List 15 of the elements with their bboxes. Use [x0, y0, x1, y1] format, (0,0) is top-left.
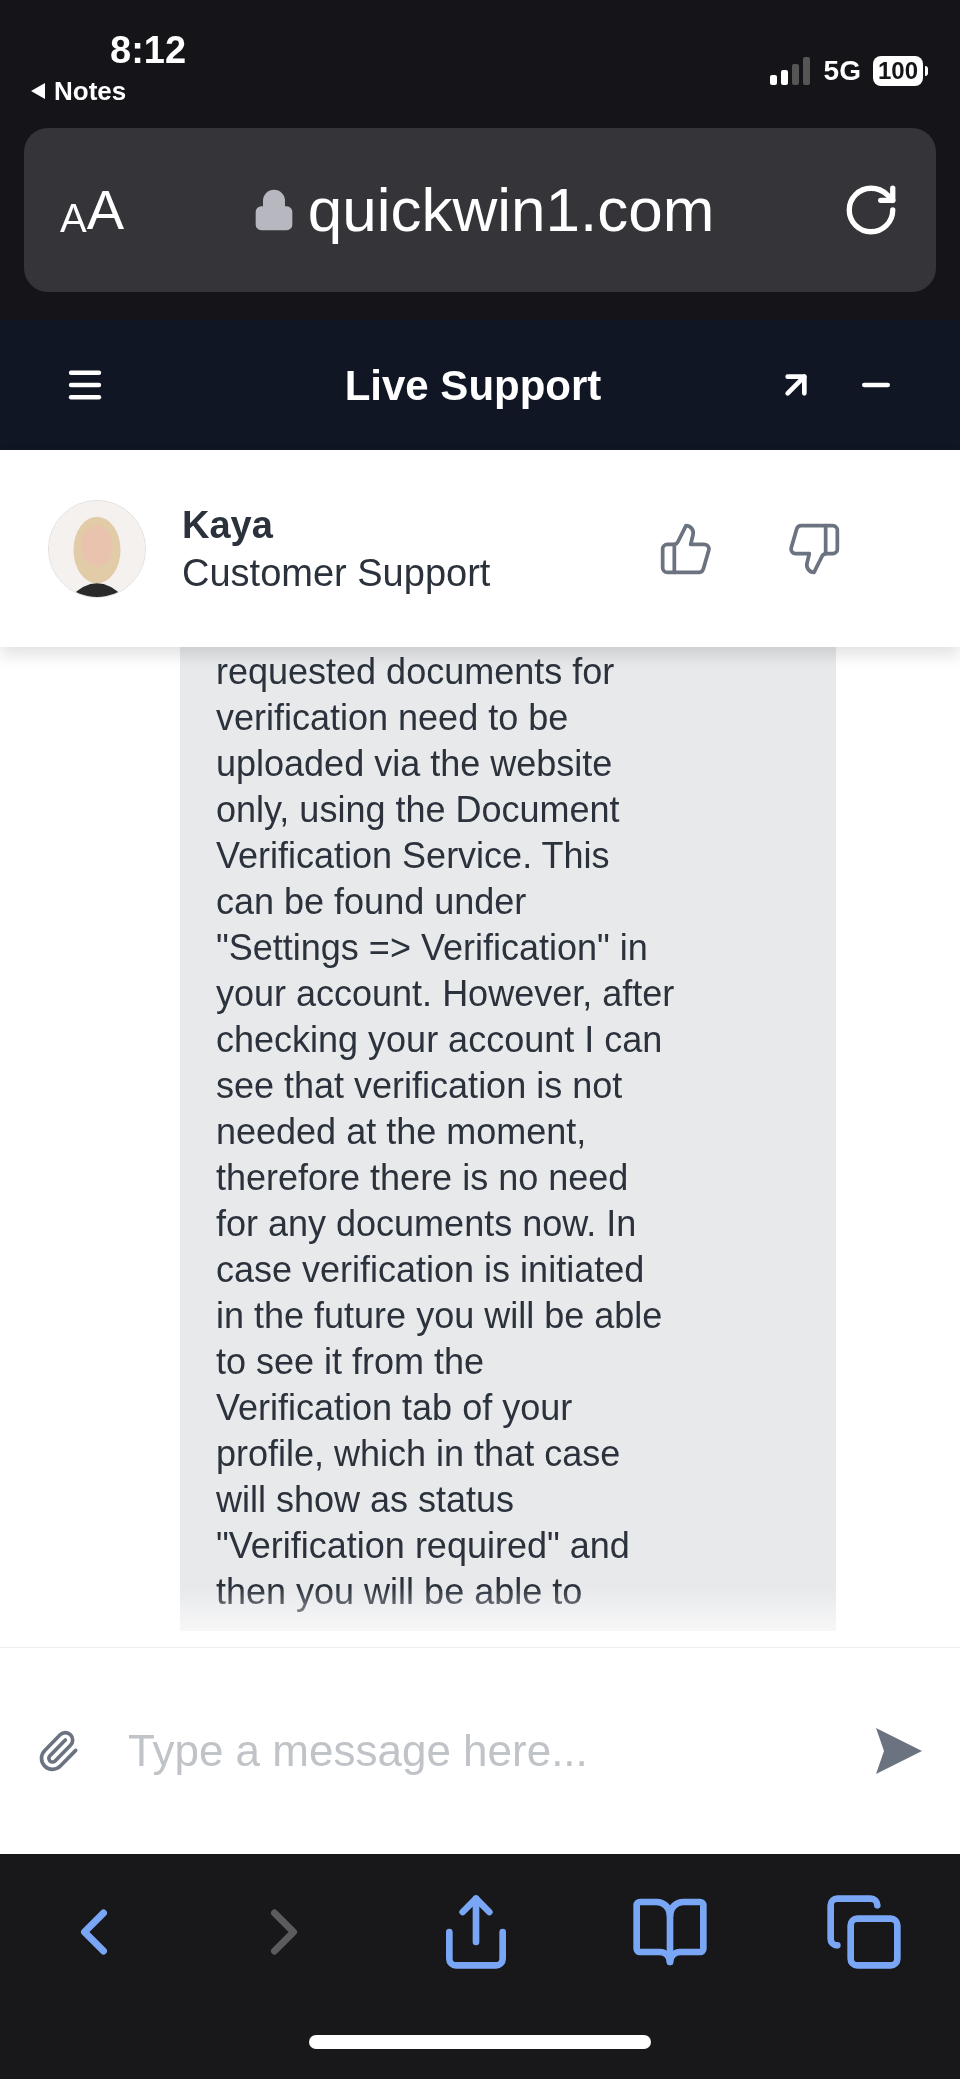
tabs-icon[interactable] — [824, 1892, 904, 1972]
network-label: 5G — [823, 54, 861, 88]
address-bar[interactable]: AA quickwin1.com — [24, 128, 936, 292]
text-size-button[interactable]: AA — [60, 182, 125, 238]
chat-title: Live Support — [344, 360, 602, 411]
agent-name: Kaya — [182, 502, 274, 548]
signal-icon — [769, 57, 812, 85]
message-input[interactable]: Type a message here... — [128, 1718, 826, 1784]
status-time: 8:12 — [110, 28, 187, 72]
back-triangle-icon — [30, 82, 46, 100]
message-text: requested documents for verification need to be uploaded via the website only, using the Document Verification Service. This can be found under "Settings => Verification" in your account. However, after checking your account I can see that verification is not needed at the moment, therefore there is no need for any documents now. In case verification is initiated in the future you will be able to see it from the Verification tab of your profile, which in that case will show as status "Verification required" and then you will be able to — [216, 650, 676, 1614]
back-to-app-link[interactable]: Notes — [54, 76, 127, 106]
send-icon[interactable] — [874, 1726, 924, 1776]
battery-indicator: 100 — [872, 56, 923, 86]
agent-role: Customer Support — [182, 550, 491, 596]
